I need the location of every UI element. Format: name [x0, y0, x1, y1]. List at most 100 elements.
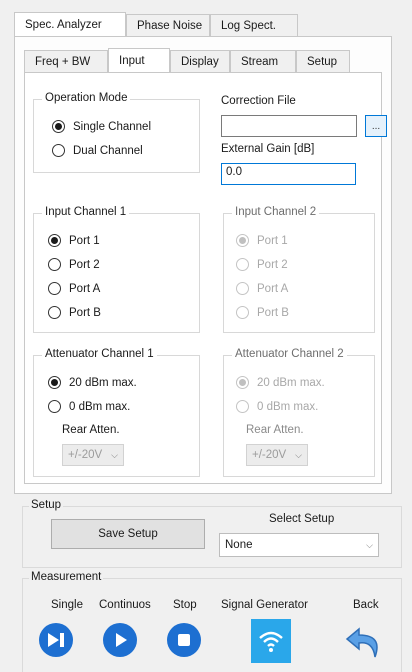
ch1-port-2-radio[interactable]: Port 2 [48, 258, 100, 271]
setup-section: Setup Save Setup Select Setup None ⌵ [22, 499, 402, 568]
radio-unselected-icon [236, 282, 249, 295]
ch2-20dbm-radio[interactable]: 20 dBm max. [236, 376, 325, 389]
tab-phase-noise[interactable]: Phase Noise [126, 14, 210, 36]
operation-mode-group: Operation Mode Single Channel Dual Chann… [33, 92, 200, 173]
radio-selected-icon [236, 376, 249, 389]
tab-setup[interactable]: Setup [296, 50, 350, 72]
single-button[interactable] [39, 623, 73, 657]
ch2-port-b-radio[interactable]: Port B [236, 306, 289, 319]
tab-freq-bw[interactable]: Freq + BW [24, 50, 108, 72]
radio-selected-icon [236, 234, 249, 247]
chevron-down-icon: ⌵ [295, 449, 302, 460]
radio-selected-icon [48, 234, 61, 247]
setup-title: Setup [29, 499, 64, 511]
ch1-port-a-label: Port A [69, 282, 101, 295]
ch1-port-1-radio[interactable]: Port 1 [48, 234, 100, 247]
dual-channel-label: Dual Channel [73, 144, 143, 157]
ch2-20dbm-label: 20 dBm max. [257, 376, 325, 389]
ch1-rear-atten-select[interactable]: +/-20V ⌵ [62, 444, 124, 466]
ch1-rear-atten-value: +/-20V [68, 449, 103, 461]
ch1-20dbm-label: 20 dBm max. [69, 376, 137, 389]
radio-unselected-icon [48, 400, 61, 413]
attenuator-channel-1-title: Attenuator Channel 1 [42, 348, 157, 360]
input-channel-2-title: Input Channel 2 [232, 206, 320, 218]
single-channel-label: Single Channel [73, 120, 152, 133]
radio-unselected-icon [48, 306, 61, 319]
ch2-port-1-radio[interactable]: Port 1 [236, 234, 288, 247]
external-gain-input[interactable]: 0.0 [221, 163, 356, 185]
ch1-rear-atten-label: Rear Atten. [62, 424, 120, 436]
play-icon [116, 633, 127, 647]
ch2-rear-atten-label: Rear Atten. [246, 424, 304, 436]
radio-unselected-icon [48, 282, 61, 295]
radio-unselected-icon [52, 144, 65, 157]
signal-generator-label: Signal Generator [221, 599, 308, 611]
sub-tabstrip: Freq + BW Input Display Stream Setup [24, 48, 350, 72]
ch1-0dbm-label: 0 dBm max. [69, 400, 131, 413]
radio-selected-icon [48, 376, 61, 389]
ch2-0dbm-label: 0 dBm max. [257, 400, 319, 413]
measurement-section: Measurement Single Continuos Stop Signal… [22, 571, 402, 672]
stop-icon [178, 634, 190, 646]
back-button[interactable] [343, 621, 387, 665]
ch1-port-a-radio[interactable]: Port A [48, 282, 100, 295]
radio-unselected-icon [236, 400, 249, 413]
measurement-title: Measurement [29, 571, 104, 583]
attenuator-channel-1-group: Attenuator Channel 1 20 dBm max. 0 dBm m… [33, 348, 200, 477]
chevron-down-icon: ⌵ [366, 539, 373, 550]
select-setup-dropdown[interactable]: None ⌵ [219, 533, 379, 557]
ch2-rear-atten-value: +/-20V [252, 449, 287, 461]
dual-channel-radio[interactable]: Dual Channel [52, 144, 143, 157]
ch1-port-b-label: Port B [69, 306, 101, 319]
ch2-rear-atten-select[interactable]: +/-20V ⌵ [246, 444, 308, 466]
select-setup-value: None [225, 539, 253, 551]
ch1-port-2-label: Port 2 [69, 258, 100, 271]
stop-button[interactable] [167, 623, 201, 657]
ch1-0dbm-radio[interactable]: 0 dBm max. [48, 400, 130, 413]
ch2-port-2-radio[interactable]: Port 2 [236, 258, 288, 271]
ch2-port-b-label: Port B [257, 306, 289, 319]
correction-file-label: Correction File [221, 95, 296, 107]
single-channel-radio[interactable]: Single Channel [52, 120, 151, 133]
input-tab-page: Operation Mode Single Channel Dual Chann… [24, 72, 387, 484]
radio-unselected-icon [236, 306, 249, 319]
stop-label: Stop [173, 599, 197, 611]
input-channel-2-group: Input Channel 2 Port 1 Port 2 Port A Por… [223, 206, 375, 333]
tab-display[interactable]: Display [170, 50, 230, 72]
attenuator-channel-2-title: Attenuator Channel 2 [232, 348, 347, 360]
top-tabstrip: Spec. Analyzer Phase Noise Log Spect. [14, 12, 298, 36]
radio-selected-icon [52, 120, 65, 133]
tab-input[interactable]: Input [108, 48, 170, 72]
ch1-port-1-label: Port 1 [69, 234, 100, 247]
wifi-signal-icon [259, 631, 283, 652]
external-gain-label: External Gain [dB] [221, 143, 315, 155]
ch1-port-b-radio[interactable]: Port B [48, 306, 101, 319]
back-arrow-icon [345, 627, 378, 658]
input-channel-1-title: Input Channel 1 [42, 206, 130, 218]
save-setup-button[interactable]: Save Setup [51, 519, 205, 549]
radio-unselected-icon [48, 258, 61, 271]
ch1-20dbm-radio[interactable]: 20 dBm max. [48, 376, 137, 389]
radio-unselected-icon [236, 258, 249, 271]
input-channel-1-group: Input Channel 1 Port 1 Port 2 Port A Por… [33, 206, 200, 333]
ch2-port-1-label: Port 1 [257, 234, 288, 247]
browse-button[interactable]: ... [365, 115, 387, 137]
single-label: Single [51, 599, 83, 611]
attenuator-channel-2-group: Attenuator Channel 2 20 dBm max. 0 dBm m… [223, 348, 375, 477]
tab-log-spect[interactable]: Log Spect. [210, 14, 298, 36]
skip-play-icon [48, 633, 64, 647]
operation-mode-title: Operation Mode [42, 92, 131, 104]
continuous-label: Continuos [99, 599, 151, 611]
continuous-button[interactable] [103, 623, 137, 657]
ch2-port-a-radio[interactable]: Port A [236, 282, 288, 295]
select-setup-label: Select Setup [269, 513, 335, 525]
tab-stream[interactable]: Stream [230, 50, 296, 72]
ch2-port-2-label: Port 2 [257, 258, 288, 271]
ch2-0dbm-radio[interactable]: 0 dBm max. [236, 400, 318, 413]
signal-generator-button[interactable] [251, 619, 291, 663]
chevron-down-icon: ⌵ [111, 449, 118, 460]
correction-file-input[interactable] [221, 115, 357, 137]
ch2-port-a-label: Port A [257, 282, 289, 295]
tab-spec-analyzer[interactable]: Spec. Analyzer [14, 12, 126, 36]
back-label: Back [353, 599, 379, 611]
